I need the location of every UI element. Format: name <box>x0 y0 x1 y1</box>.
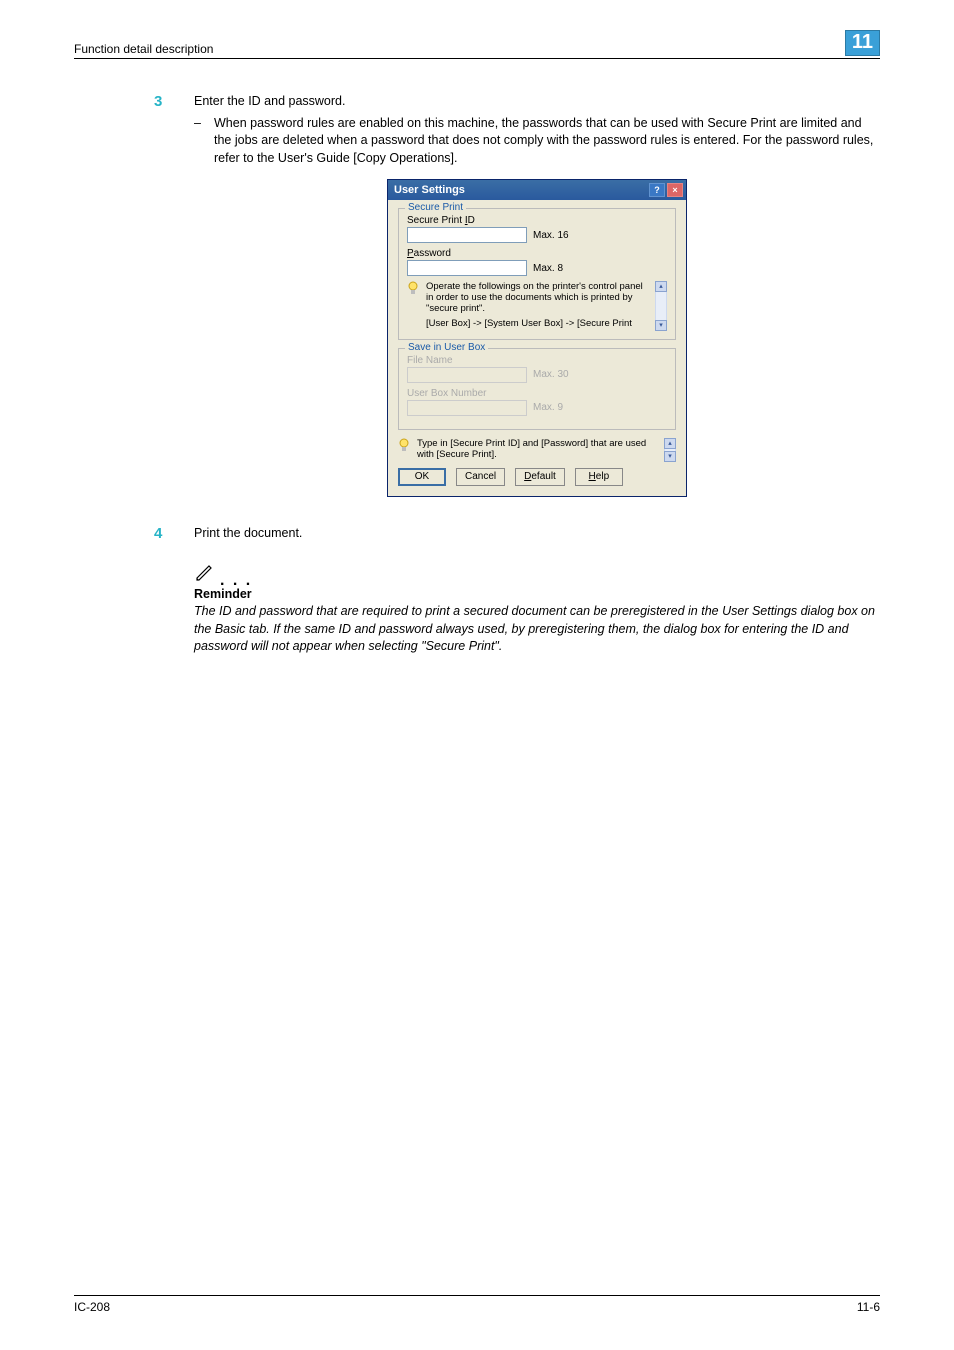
secure-tip: Operate the followings on the printer's … <box>407 281 667 331</box>
secure-tip-2: [User Box] -> [System User Box] -> [Secu… <box>426 319 646 330</box>
dash: – <box>194 115 214 168</box>
secure-print-legend: Secure Print <box>405 202 466 213</box>
tip-scrollbar[interactable]: ▴ ▾ <box>655 281 667 331</box>
user-box-number-input <box>407 400 527 416</box>
secure-print-id-label: Secure Print ID <box>407 215 667 226</box>
scroll-up-icon[interactable]: ▴ <box>655 281 667 292</box>
close-icon[interactable]: × <box>667 183 683 197</box>
step-3: 3 Enter the ID and password. – When pass… <box>154 93 880 167</box>
reminder-block: Reminder The ID and password that are re… <box>154 587 880 656</box>
footer-right: 11-6 <box>857 1300 880 1314</box>
step-number: 3 <box>154 93 194 167</box>
pencil-icon <box>194 560 216 585</box>
bullet-text: When password rules are enabled on this … <box>214 115 880 168</box>
ok-button[interactable]: OK <box>398 468 446 486</box>
default-button[interactable]: Default <box>515 468 565 486</box>
password-input[interactable] <box>407 260 527 276</box>
header-section-title: Function detail description <box>74 42 213 56</box>
content: 3 Enter the ID and password. – When pass… <box>74 59 880 656</box>
reminder-heading: Reminder <box>194 587 880 601</box>
footer-left: IC-208 <box>74 1300 110 1314</box>
help-button[interactable]: Help <box>575 468 623 486</box>
note-dots: . . . <box>220 577 252 585</box>
lower-tip: Type in [Secure Print ID] and [Password]… <box>398 438 676 462</box>
secure-print-group: Secure Print Secure Print ID /* label ha… <box>398 208 676 340</box>
lightbulb-icon <box>398 438 410 454</box>
scroll-down-icon[interactable]: ▾ <box>664 451 676 462</box>
note-icon-row: . . . <box>154 560 880 585</box>
save-user-box-group: Save in User Box File Name Max. 30 User … <box>398 348 676 430</box>
secure-tip-1: Operate the followings on the printer's … <box>426 282 646 315</box>
user-box-number-max: Max. 9 <box>533 402 563 413</box>
help-icon[interactable]: ? <box>649 183 665 197</box>
file-name-input <box>407 367 527 383</box>
reminder-body: The ID and password that are required to… <box>194 603 880 656</box>
page-header: Function detail description 11 <box>74 30 880 59</box>
save-user-box-legend: Save in User Box <box>405 342 488 353</box>
secure-print-id-max: Max. 16 <box>533 230 569 241</box>
lower-tip-text: Type in [Secure Print ID] and [Password]… <box>416 438 658 462</box>
dialog-title: User Settings <box>394 184 465 196</box>
file-name-label: File Name <box>407 355 667 366</box>
step-text: Print the document. <box>194 525 880 543</box>
user-settings-dialog: User Settings ? × Secure Print Secure Pr… <box>387 179 687 497</box>
secure-print-id-input[interactable] <box>407 227 527 243</box>
lower-tip-scrollbar[interactable]: ▴ ▾ <box>664 438 676 462</box>
scroll-down-icon[interactable]: ▾ <box>655 320 667 331</box>
step-bullet: – When password rules are enabled on thi… <box>194 115 880 168</box>
user-box-number-label: User Box Number <box>407 388 667 399</box>
step-number: 4 <box>154 525 194 543</box>
chapter-number: 11 <box>845 30 880 56</box>
page-footer: IC-208 11-6 <box>74 1295 880 1314</box>
cancel-button[interactable]: Cancel <box>456 468 505 486</box>
step-4: 4 Print the document. <box>154 525 880 543</box>
scroll-up-icon[interactable]: ▴ <box>664 438 676 449</box>
dialog-titlebar: User Settings ? × <box>388 180 686 200</box>
file-name-max: Max. 30 <box>533 369 569 380</box>
chapter-number-box: 11 <box>845 30 880 56</box>
password-max: Max. 8 <box>533 263 563 274</box>
step-text: Enter the ID and password. <box>194 93 880 111</box>
dialog-figure: User Settings ? × Secure Print Secure Pr… <box>154 179 880 497</box>
password-label: Password <box>407 248 667 259</box>
dialog-button-row: OK Cancel Default Help <box>398 468 676 486</box>
lightbulb-icon <box>407 281 419 297</box>
